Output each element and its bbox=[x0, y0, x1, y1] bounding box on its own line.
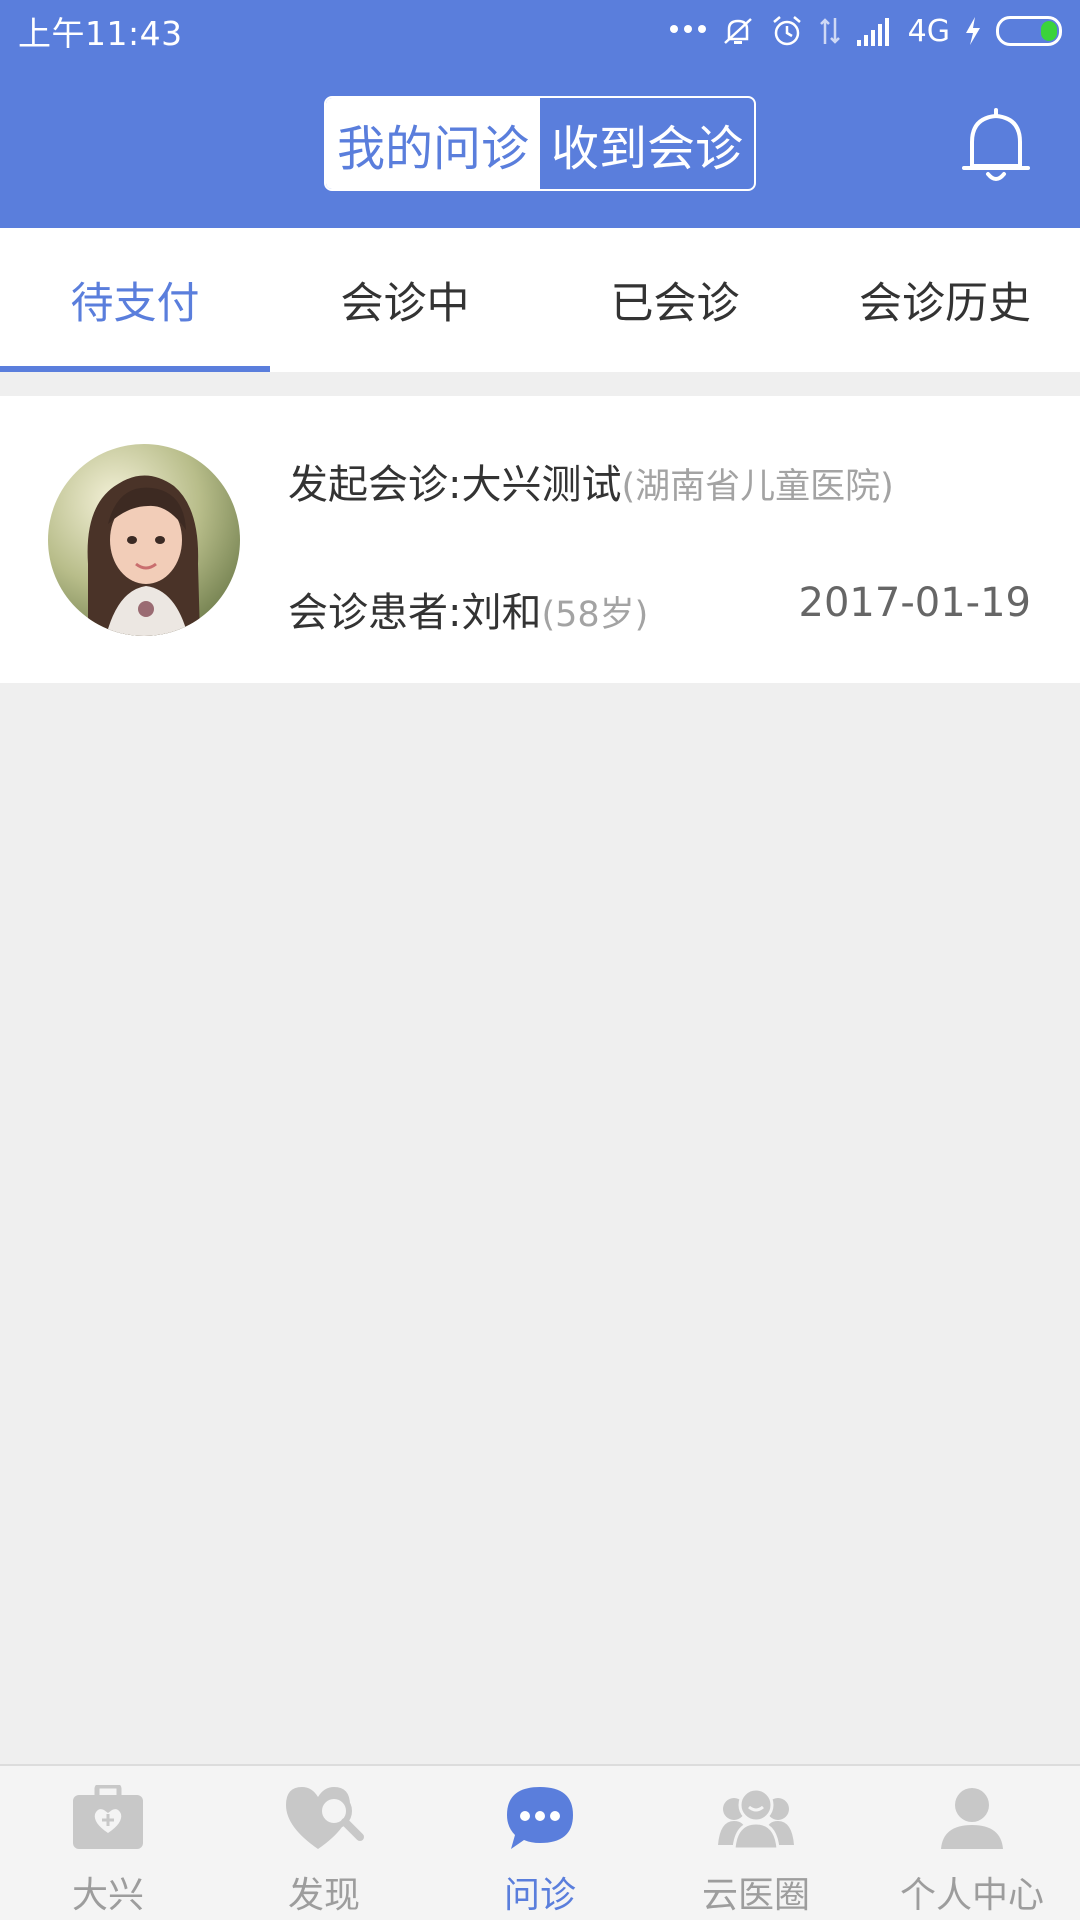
initiator-prefix: 发起会诊: bbox=[288, 462, 462, 508]
status-icons: 4G bbox=[669, 11, 1062, 51]
alarm-icon bbox=[770, 11, 804, 51]
data-transfer-icon bbox=[818, 11, 842, 51]
avatar bbox=[48, 444, 240, 636]
chat-bubble-icon bbox=[498, 1780, 582, 1856]
tab-pending-payment[interactable]: 待支付 bbox=[0, 228, 270, 372]
nav-label-cloud-circle: 云医圈 bbox=[701, 1875, 810, 1916]
group-people-icon bbox=[714, 1780, 798, 1856]
segment-received-consultations[interactable]: 收到会诊 bbox=[540, 98, 754, 189]
battery-icon bbox=[996, 16, 1062, 46]
consult-mode-switch: 我的问诊 收到会诊 bbox=[324, 96, 756, 191]
nav-label-personal-center: 个人中心 bbox=[899, 1875, 1044, 1916]
medical-kit-icon bbox=[66, 1780, 150, 1856]
more-notifications-icon bbox=[669, 11, 706, 51]
initiator-name: 大兴测试 bbox=[461, 462, 622, 508]
consultation-date: 2017-01-19 bbox=[798, 580, 1031, 626]
heart-search-icon bbox=[282, 1780, 366, 1856]
charging-icon bbox=[964, 11, 982, 51]
bottom-nav: 大兴 发现 问诊 云医圈 个人中心 bbox=[0, 1764, 1080, 1920]
top-bar: 上午11:43 4G 我的问诊 收到会诊 bbox=[0, 0, 1080, 228]
nav-consultation[interactable]: 问诊 bbox=[432, 1766, 648, 1920]
patient-name: 刘和 bbox=[461, 590, 542, 636]
nav-label-daxing: 大兴 bbox=[71, 1875, 144, 1916]
vibrate-mute-icon bbox=[720, 11, 756, 51]
nav-cloud-circle[interactable]: 云医圈 bbox=[648, 1766, 864, 1920]
person-icon bbox=[930, 1780, 1014, 1856]
nav-personal-center[interactable]: 个人中心 bbox=[864, 1766, 1080, 1920]
network-type: 4G bbox=[907, 13, 950, 49]
patient-line: 会诊患者:刘和(58岁) bbox=[288, 580, 648, 638]
status-bar: 上午11:43 4G bbox=[0, 0, 1080, 62]
nav-label-discover: 发现 bbox=[287, 1875, 360, 1916]
consultation-card[interactable]: 发起会诊:大兴测试(湖南省儿童医院) 会诊患者:刘和(58岁) 2017-01-… bbox=[0, 396, 1080, 683]
status-tabs: 待支付 会诊中 已会诊 会诊历史 bbox=[0, 228, 1080, 372]
bell-icon[interactable] bbox=[958, 104, 1034, 188]
patient-age: (58岁) bbox=[541, 595, 649, 635]
tab-in-consultation[interactable]: 会诊中 bbox=[270, 228, 540, 372]
initiator-line: 发起会诊:大兴测试(湖南省儿童医院) bbox=[288, 452, 894, 510]
nav-daxing[interactable]: 大兴 bbox=[0, 1766, 216, 1920]
signal-icon bbox=[856, 11, 894, 51]
nav-label-consultation: 问诊 bbox=[503, 1875, 576, 1916]
nav-discover[interactable]: 发现 bbox=[216, 1766, 432, 1920]
hospital-name: (湖南省儿童医院) bbox=[621, 467, 894, 507]
segment-my-consultations[interactable]: 我的问诊 bbox=[326, 98, 540, 189]
tab-consulted[interactable]: 已会诊 bbox=[540, 228, 810, 372]
tab-consultation-history[interactable]: 会诊历史 bbox=[810, 228, 1080, 372]
patient-prefix: 会诊患者: bbox=[288, 590, 462, 636]
app-screen: 上午11:43 4G 我的问诊 收到会诊 待支付 会诊中 已会诊 会诊历史 发起… bbox=[0, 0, 1080, 1920]
status-time: 上午11:43 bbox=[18, 14, 183, 53]
